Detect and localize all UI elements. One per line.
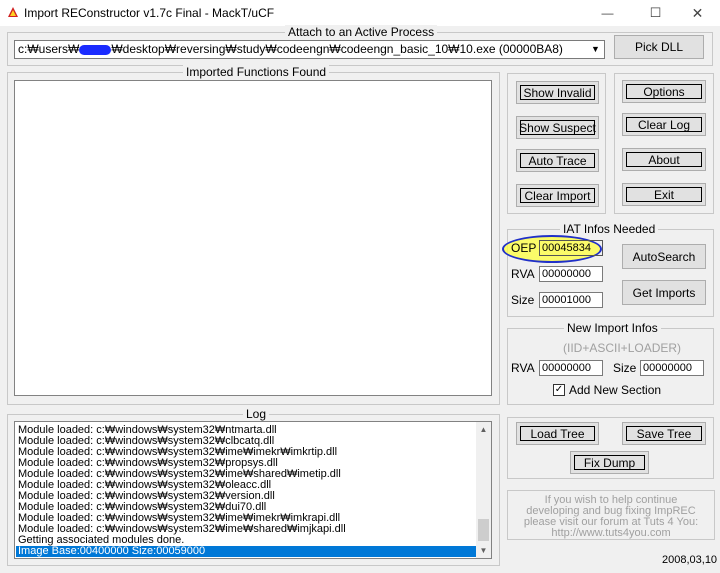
save-tree-button[interactable]: Save Tree [622,422,706,445]
about-label: About [648,152,680,167]
show-invalid-button[interactable]: Show Invalid [516,81,599,104]
load-tree-button[interactable]: Load Tree [516,422,599,445]
scroll-up-icon[interactable]: ▲ [476,422,491,437]
chevron-down-icon[interactable]: ▼ [587,41,604,58]
iat-infos-label: IAT Infos Needed [560,222,659,236]
get-imports-label: Get Imports [632,285,696,300]
options-label: Options [643,84,685,99]
show-invalid-label: Show Invalid [523,85,592,100]
app-icon [6,5,20,19]
options-button[interactable]: Options [622,80,706,103]
add-new-section-checkbox[interactable]: ✓ [553,384,565,396]
minimize-button[interactable]: — [585,0,630,26]
close-button[interactable]: ✕ [675,0,720,26]
save-tree-label: Save Tree [636,426,692,441]
process-path-suffix: ₩desktop₩reversing₩study₩codeengn₩codeen… [111,42,563,56]
clear-import-label: Clear Import [524,188,591,203]
autosearch-label: AutoSearch [632,249,696,264]
add-new-section-label: Add New Section [569,383,662,397]
title-bar: Import REConstructor v1.7c Final - MackT… [0,0,720,26]
pick-dll-label: Pick DLL [634,40,684,54]
imported-functions-label: Imported Functions Found [183,65,330,79]
import-reconstructor-window: Import REConstructor v1.7c Final - MackT… [0,0,720,573]
scroll-thumb[interactable] [478,519,489,541]
log-scrollbar[interactable]: ▲ ▼ [476,422,491,558]
size-field[interactable]: 00001000 [539,292,603,308]
autosearch-button[interactable]: AutoSearch [622,244,706,269]
log-group-label: Log [243,407,270,421]
window-title: Import REConstructor v1.7c Final - MackT… [24,6,275,20]
new-import-rva-field[interactable]: 00000000 [539,360,603,376]
redacted-username-mark [79,44,112,55]
scroll-down-icon[interactable]: ▼ [476,543,491,558]
oep-label: OEP [511,241,537,255]
show-suspect-label: Show Suspect [519,120,596,135]
process-path-prefix: c:₩users₩ [18,42,80,56]
size-label: Size [511,293,535,307]
build-date: 2008,03,10 [662,554,718,566]
show-suspect-button[interactable]: Show Suspect [516,116,599,139]
exit-button[interactable]: Exit [622,183,706,206]
clear-import-button[interactable]: Clear Import [516,184,599,207]
new-import-size-label: Size [613,361,637,375]
clear-log-button[interactable]: Clear Log [622,113,706,136]
new-import-rva-label: RVA [511,361,535,375]
clear-log-label: Clear Log [637,117,691,132]
forum-info-text: If you wish to help continue developing … [507,490,715,540]
info-line: http://www.tuts4you.com [551,527,671,539]
new-import-size-field[interactable]: 00000000 [640,360,704,376]
pick-dll-button[interactable]: Pick DLL [614,35,704,59]
maximize-button[interactable]: ☐ [633,0,678,26]
auto-trace-button[interactable]: Auto Trace [516,149,599,172]
load-tree-label: Load Tree [530,426,585,441]
new-import-sublabel: (IID+ASCII+LOADER) [563,341,682,355]
imported-functions-tree[interactable] [14,80,492,396]
fix-dump-label: Fix Dump [583,455,636,470]
new-import-infos-label: New Import Infos [564,321,661,335]
oep-field[interactable]: 00045834 [539,240,603,256]
rva-field[interactable]: 00000000 [539,266,603,282]
log-line-selected[interactable]: Image Base:00400000 Size:00059000 [16,546,477,557]
about-button[interactable]: About [622,148,706,171]
auto-trace-label: Auto Trace [528,153,587,168]
get-imports-button[interactable]: Get Imports [622,280,706,305]
attach-group-label: Attach to an Active Process [285,25,438,39]
fix-dump-button[interactable]: Fix Dump [570,451,649,474]
exit-label: Exit [653,187,674,202]
log-list[interactable]: Module loaded: c:₩windows₩system32₩ntmar… [14,421,492,559]
rva-label: RVA [511,267,535,281]
process-select[interactable]: c:₩users₩ ₩desktop₩reversing₩study₩codeen… [14,40,605,59]
